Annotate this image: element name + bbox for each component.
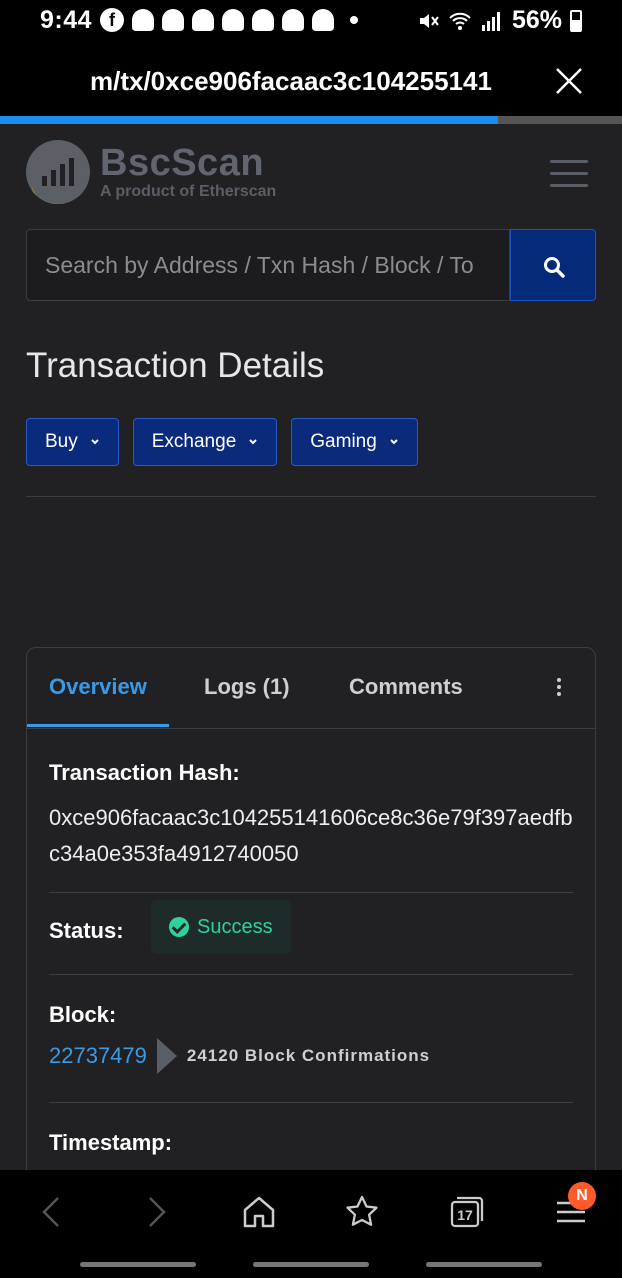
gesture-bar (80, 1262, 196, 1267)
tabs-icon[interactable]: 17 (449, 1194, 485, 1230)
signal-icon (481, 11, 500, 31)
home-icon[interactable] (241, 1194, 277, 1230)
more-options-icon[interactable] (557, 678, 561, 699)
status-value: Success (197, 915, 273, 938)
divider (49, 1102, 573, 1103)
transaction-hash-row: Transaction Hash: 0xce906facaac3c1042551… (49, 760, 573, 872)
search-input[interactable] (26, 229, 510, 301)
page-load-progress (0, 116, 622, 124)
battery-percent: 56% (511, 6, 562, 34)
buy-menu-button[interactable]: Buy (26, 418, 119, 466)
timestamp-label: Timestamp: (49, 1130, 173, 1155)
block-label: Block: (49, 1002, 117, 1027)
battery-icon (570, 9, 582, 32)
mute-icon (419, 13, 439, 28)
web-page: BscScan A product of Etherscan Transacti… (0, 124, 622, 1170)
hash-value: 0xce906facaac3c104255141606ce8c36e79f397… (49, 805, 573, 866)
bscscan-logo-icon (26, 140, 90, 204)
url-text[interactable]: m/tx/0xce906facaac3c104255141 (90, 66, 520, 97)
bookmarks-star-icon[interactable] (344, 1194, 380, 1230)
status-badge: Success (151, 900, 291, 954)
site-logo[interactable]: BscScan A product of Etherscan (26, 140, 276, 204)
status-row: Status: Success (49, 900, 573, 954)
exchange-menu-button[interactable]: Exchange (132, 418, 278, 466)
timestamp-row: Timestamp: (49, 1130, 573, 1156)
system-icons: 56% (416, 6, 582, 35)
tab-logs[interactable]: Logs (1) (204, 674, 290, 700)
status-bar: 9:44 f 56% (0, 0, 622, 44)
gesture-bar (253, 1262, 369, 1267)
confirmations-badge: 24120 Block Confirmations (156, 1038, 431, 1074)
snapchat-icon (222, 9, 244, 31)
status-label: Status: (49, 918, 124, 943)
snapchat-icon (192, 9, 214, 31)
back-icon[interactable] (34, 1194, 70, 1230)
snapchat-icon (312, 9, 334, 31)
tab-bar: Overview Logs (1) Comments (27, 648, 595, 729)
tab-overview[interactable]: Overview (49, 674, 147, 700)
arrow-right-icon (156, 1038, 177, 1074)
close-icon[interactable] (554, 66, 584, 96)
brand-tagline: A product of Etherscan (100, 183, 277, 200)
snapchat-icon (162, 9, 184, 31)
more-notifications-icon (350, 16, 358, 24)
block-row: Block: 22737479 24120 Block Confirmation… (49, 1002, 573, 1074)
brand-name: BscScan (100, 142, 265, 184)
gesture-bar (426, 1262, 542, 1267)
hamburger-menu-icon[interactable] (550, 160, 588, 196)
notification-badge: N (568, 1182, 596, 1210)
divider (49, 974, 573, 975)
search-icon (544, 257, 565, 278)
notification-icons: f (100, 8, 358, 32)
snapchat-icon (132, 9, 154, 31)
tabs-count: 17 (457, 1207, 473, 1223)
forward-icon[interactable] (138, 1194, 174, 1230)
menu-pills: Buy Exchange Gaming (26, 418, 418, 466)
divider (26, 496, 596, 497)
facebook-icon: f (100, 8, 124, 32)
snapchat-icon (252, 9, 274, 31)
tab-comments[interactable]: Comments (349, 674, 463, 700)
check-circle-icon (169, 917, 189, 937)
chevron-down-icon (390, 439, 398, 445)
confirmations-text: 24120 Block Confirmations (186, 1046, 431, 1065)
buy-label: Buy (45, 431, 78, 452)
chevron-down-icon (91, 439, 99, 445)
gaming-label: Gaming (310, 431, 377, 452)
hash-label: Transaction Hash: (49, 760, 240, 785)
progress-fill (0, 116, 498, 124)
search-bar (26, 229, 596, 301)
active-tab-indicator (27, 724, 169, 727)
browser-url-bar[interactable]: m/tx/0xce906facaac3c104255141 (0, 44, 622, 116)
wifi-icon (449, 12, 471, 30)
search-button[interactable] (510, 229, 596, 301)
divider (49, 892, 573, 893)
gaming-menu-button[interactable]: Gaming (291, 418, 418, 466)
page-title: Transaction Details (26, 346, 325, 385)
status-time: 9:44 (40, 6, 93, 34)
transaction-card: Overview Logs (1) Comments Transaction H… (26, 647, 596, 1170)
snapchat-icon (282, 9, 304, 31)
chevron-down-icon (249, 439, 257, 445)
browser-bottom-nav: 17 N (0, 1170, 622, 1278)
block-number-link[interactable]: 22737479 (49, 1043, 147, 1069)
exchange-label: Exchange (151, 431, 237, 452)
